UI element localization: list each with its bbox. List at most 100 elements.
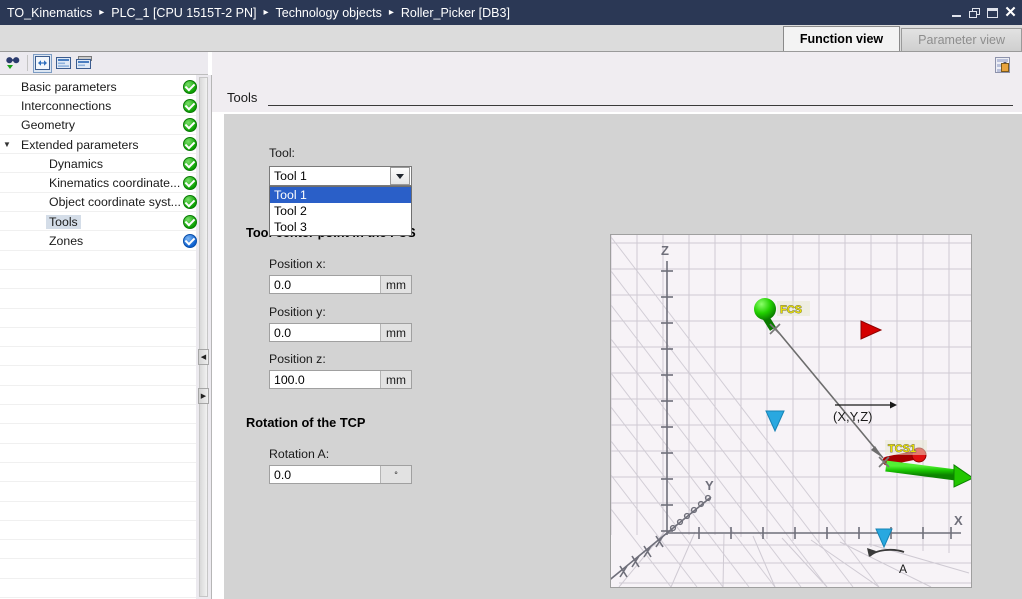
tree-row-background: [0, 560, 196, 579]
rotation-a-unit: °: [380, 466, 411, 483]
tool-option[interactable]: Tool 2: [270, 203, 411, 219]
rotation-a-input[interactable]: 0.0 °: [269, 465, 412, 484]
status-badge: [183, 137, 197, 152]
tree-row-background: [0, 482, 196, 502]
collapse-list-icon[interactable]: [54, 54, 73, 73]
maximize-icon: [987, 7, 998, 18]
minimize-icon: [952, 14, 961, 17]
page-title: Tools: [227, 90, 258, 105]
sidebar-item-label: Basic parameters: [21, 79, 117, 94]
sidebar-item-kinematics-coordinate[interactable]: Kinematics coordinate...: [0, 173, 196, 192]
navigation-tree: Basic parameters Interconnections Geometry…: [0, 75, 196, 599]
tree-row-background: [0, 347, 196, 367]
tree-row-background: [0, 270, 196, 290]
position-z-label: Position z:: [269, 352, 326, 366]
tree-row-background: [0, 309, 196, 328]
sidebar-item-label: Dynamics: [49, 156, 103, 171]
breadcrumb-separator-icon: ▸: [99, 6, 105, 18]
status-badge: [183, 195, 197, 210]
position-x-label: Position x:: [269, 257, 326, 271]
status-badge: [183, 233, 197, 248]
status-indicator-column: [183, 75, 203, 599]
sidebar-item-geometry[interactable]: Geometry: [0, 116, 196, 135]
status-badge: [183, 79, 197, 94]
navigation-tree-list: Basic parameters Interconnections Geometry…: [0, 77, 196, 251]
tree-row-background: [0, 521, 196, 541]
vector-label: (X,Y,Z): [833, 409, 873, 424]
expand-width-icon[interactable]: [33, 53, 52, 73]
section-header-band: [212, 52, 1022, 112]
list-lock-icon[interactable]: [995, 57, 1010, 73]
y-axis-label: Y: [705, 478, 714, 493]
position-z-unit: mm: [380, 371, 411, 388]
goggles-icon[interactable]: [3, 54, 22, 73]
tool-option[interactable]: Tool 1: [270, 187, 411, 203]
kinematics-3d-viewport[interactable]: Z X Y (X,Y,Z) FCS TCS1 A: [610, 234, 972, 588]
sidebar-item-tools[interactable]: Tools: [0, 212, 196, 231]
tab-function-view[interactable]: Function view: [782, 26, 901, 51]
sidebar-item-object-coordinate-syst[interactable]: Object coordinate syst...: [0, 193, 196, 212]
fcs-label: FCS: [780, 304, 802, 316]
restore-button[interactable]: [967, 3, 982, 23]
maximize-button[interactable]: [985, 3, 1000, 23]
breadcrumb-item-plc[interactable]: PLC_1 [CPU 1515T-2 PN]: [111, 6, 256, 20]
sidebar-item-label: Zones: [49, 234, 84, 249]
close-button[interactable]: ✕: [1003, 3, 1018, 23]
status-badge: [183, 98, 197, 113]
tree-row-background: [0, 502, 196, 521]
breadcrumb-item-project[interactable]: TO_Kinematics: [7, 6, 92, 20]
sidebar-item-basic-parameters[interactable]: Basic parameters: [0, 77, 196, 96]
z-axis-label: Z: [661, 243, 669, 258]
sidebar-item-label: Extended parameters: [21, 137, 139, 152]
sidebar-item-dynamics[interactable]: Dynamics: [0, 154, 196, 173]
status-badge: [183, 118, 197, 133]
breadcrumb: TO_Kinematics ▸ PLC_1 [CPU 1515T-2 PN] ▸…: [0, 6, 510, 20]
sidebar-item-label: Object coordinate syst...: [49, 195, 181, 210]
breadcrumb-separator-icon: ▸: [388, 6, 394, 18]
tree-row-background: [0, 540, 196, 560]
tree-row-background: [0, 463, 196, 483]
tool-select-value: Tool 1: [274, 169, 307, 183]
tree-row-background: [0, 289, 196, 309]
sidebar-item-zones[interactable]: Zones: [0, 231, 196, 250]
sidebar-item-interconnections[interactable]: Interconnections: [0, 96, 196, 115]
breadcrumb-item-roller-picker[interactable]: Roller_Picker [DB3]: [401, 6, 510, 20]
toolbar-separator: [27, 55, 28, 71]
position-y-input[interactable]: 0.0 mm: [269, 323, 412, 342]
tab-parameter-view[interactable]: Parameter view: [901, 28, 1022, 51]
position-y-label: Position y:: [269, 305, 326, 319]
section-divider: [268, 105, 1013, 106]
position-x-unit: mm: [380, 276, 411, 293]
minimize-button[interactable]: [949, 3, 964, 23]
sidebar-item-extended-parameters[interactable]: ▼ Extended parameters: [0, 135, 196, 154]
sidebar-item-label: Kinematics coordinate...: [49, 176, 181, 191]
sidebar-item-label: Tools: [46, 214, 81, 229]
window-controls: ✕: [949, 0, 1018, 25]
position-z-value: 100.0: [274, 372, 305, 387]
sidebar-item-label: Geometry: [21, 118, 75, 133]
tree-row-background: [0, 444, 196, 463]
tool-option[interactable]: Tool 3: [270, 219, 411, 235]
breadcrumb-separator-icon: ▸: [263, 6, 269, 18]
chevron-down-icon[interactable]: [390, 167, 410, 185]
position-z-input[interactable]: 100.0 mm: [269, 370, 412, 389]
tree-row-background: [0, 328, 196, 348]
close-icon: ✕: [1004, 4, 1017, 21]
position-x-input[interactable]: 0.0 mm: [269, 275, 412, 294]
rotation-a-value: 0.0: [274, 467, 292, 482]
rotation-a-label: A: [899, 562, 907, 576]
view-tab-strip: Function view Parameter view: [0, 25, 1022, 52]
tcs1-label: TCS1: [888, 443, 916, 455]
sidebar-item-label: Interconnections: [21, 98, 112, 113]
chevron-down-icon[interactable]: ▼: [0, 140, 14, 149]
expand-list-icon[interactable]: [75, 54, 94, 73]
tool-select[interactable]: Tool 1: [269, 166, 412, 186]
tree-row-background: [0, 367, 196, 386]
tree-row-background: [0, 386, 196, 406]
restore-icon: [969, 7, 980, 18]
navigation-toolbar: [0, 52, 208, 75]
breadcrumb-item-technology-objects[interactable]: Technology objects: [276, 6, 382, 20]
tree-row-background: [0, 579, 196, 599]
tool-select-dropdown[interactable]: Tool 1 Tool 2 Tool 3: [269, 186, 412, 236]
tree-row-background: [0, 251, 196, 270]
